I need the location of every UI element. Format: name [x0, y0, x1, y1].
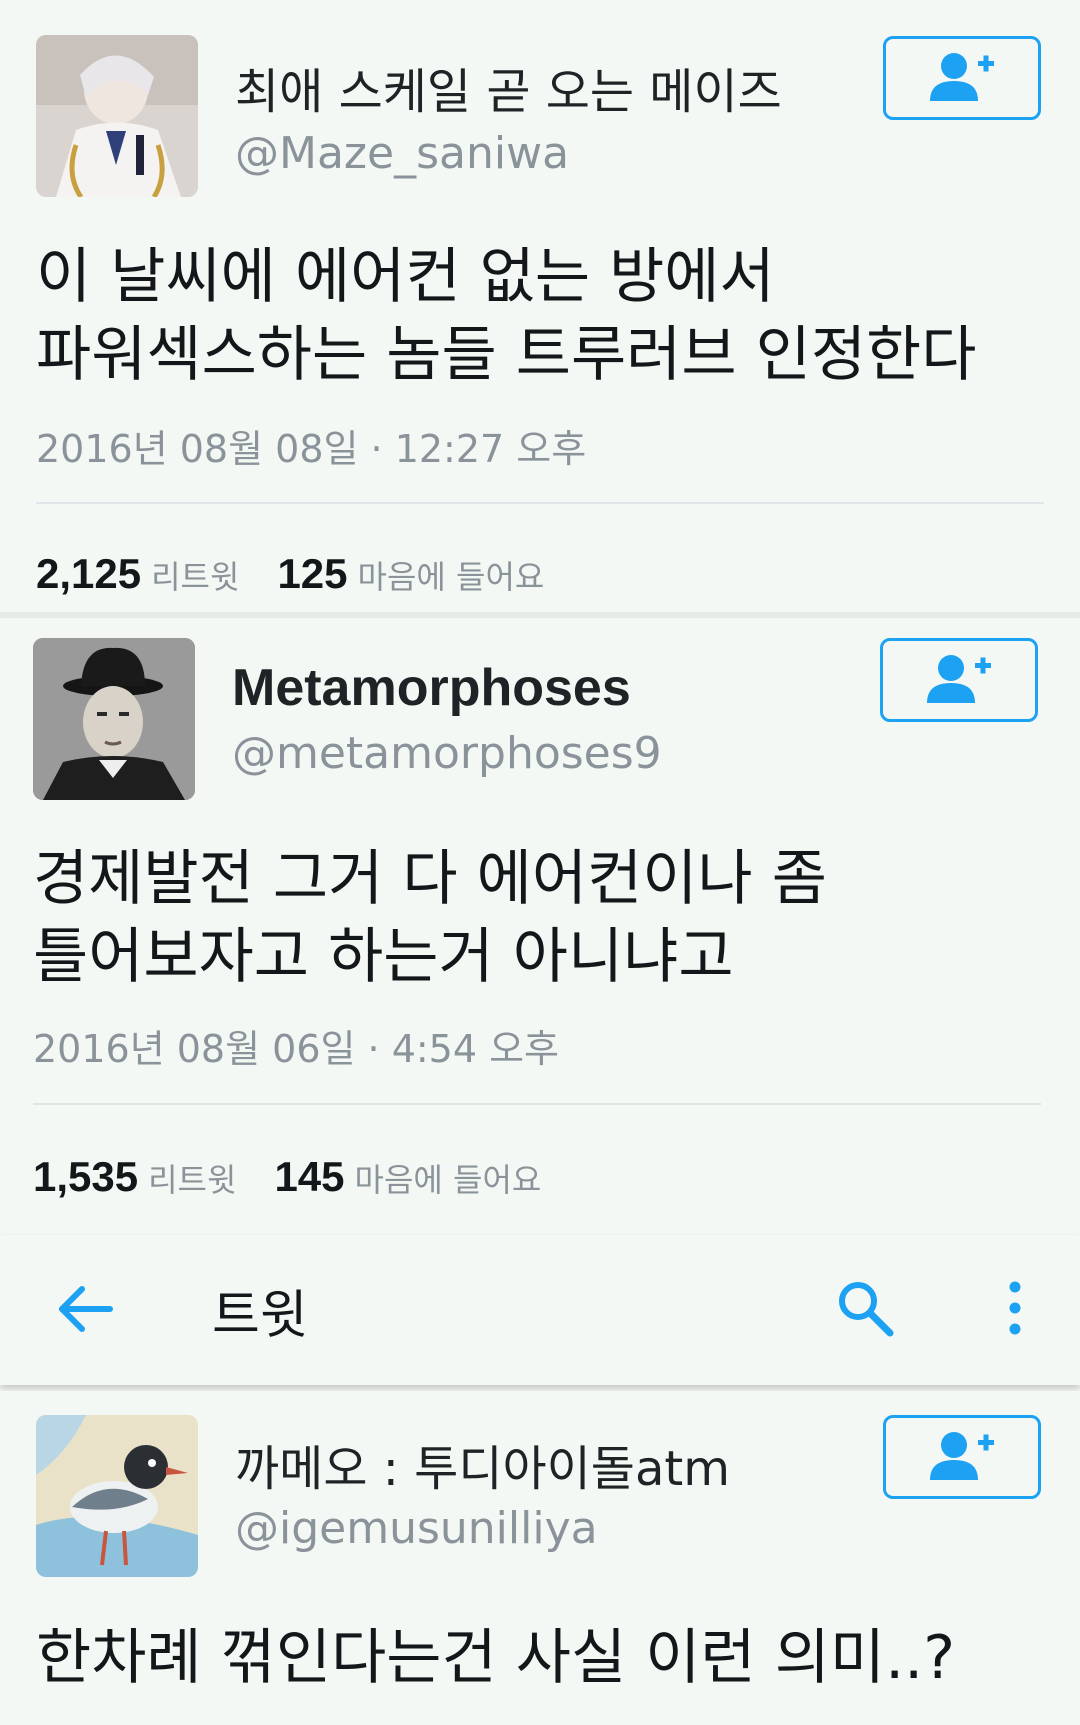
tweet-card: 까메오 : 투디아이돌atm @igemusunilliya 한차례 꺾인다는건…: [0, 1391, 1080, 1725]
tweet-text-line: 이 날씨에 에어컨 없는 방에서: [36, 242, 775, 312]
like-count[interactable]: 125: [277, 550, 347, 597]
tweet-text-line: 파워섹스하는 놈들 트루러브 인정한다: [36, 320, 977, 390]
search-button[interactable]: [834, 1277, 904, 1347]
follow-button[interactable]: [880, 638, 1038, 722]
tweet-text-line: 경제발전 그거 다 에어컨이나 좀: [33, 844, 827, 914]
tweet-stats: 1,535 리트윗 145 마음에 들어요: [33, 1153, 579, 1201]
user-handle[interactable]: @igemusunilliya: [235, 1503, 598, 1554]
retweet-count[interactable]: 1,535: [33, 1153, 138, 1200]
add-user-icon: [923, 653, 995, 708]
user-handle[interactable]: @Maze_saniwa: [235, 128, 569, 179]
more-vertical-icon: [1009, 1281, 1021, 1335]
tweet-text-line: 틀어보자고 하는거 아니냐고: [33, 922, 734, 992]
display-name[interactable]: 최애 스케일 곧 오는 메이즈: [235, 52, 782, 122]
arrow-left-icon: [59, 1286, 113, 1332]
tweet-text: 경제발전 그거 다 에어컨이나 좀 틀어보자고 하는거 아니냐고: [33, 840, 827, 996]
avatar[interactable]: [36, 35, 198, 197]
more-options-button[interactable]: [995, 1277, 1035, 1347]
follow-button[interactable]: [883, 36, 1041, 120]
add-user-icon: [926, 1430, 998, 1485]
divider: [36, 502, 1044, 504]
tweet-card: 최애 스케일 곧 오는 메이즈 @Maze_saniwa 이 날씨에 에어컨 없…: [0, 0, 1080, 612]
search-icon: [839, 1282, 894, 1337]
retweet-label[interactable]: 리트윗: [151, 558, 239, 596]
user-handle[interactable]: @metamorphoses9: [232, 728, 662, 779]
toolbar-title: 트윗: [212, 1286, 308, 1346]
tweet-text-line: 한차례 꺾인다는건 사실 이런 의미..?: [36, 1623, 956, 1693]
tweet-toolbar: 트윗: [0, 1235, 1080, 1385]
add-user-icon: [926, 51, 998, 106]
tweet-card: Metamorphoses @metamorphoses9 경제발전 그거 다 …: [0, 618, 1080, 1235]
tweet-text: 한차례 꺾인다는건 사실 이런 의미..?: [36, 1619, 955, 1697]
follow-button[interactable]: [883, 1415, 1041, 1499]
like-count[interactable]: 145: [274, 1153, 344, 1200]
tweet-stats: 2,125 리트윗 125 마음에 들어요: [36, 550, 582, 598]
retweet-label[interactable]: 리트윗: [148, 1161, 236, 1199]
tweet-text: 이 날씨에 에어컨 없는 방에서 파워섹스하는 놈들 트루러브 인정한다: [36, 238, 976, 394]
tweet-timestamp: 2016년 08월 08일 · 12:27 오후: [36, 427, 587, 471]
avatar[interactable]: [33, 638, 195, 800]
divider: [33, 1103, 1041, 1105]
tweet-timestamp: 2016년 08월 06일 · 4:54 오후: [33, 1027, 560, 1071]
like-label[interactable]: 마음에 들어요: [355, 1161, 542, 1199]
avatar[interactable]: [36, 1415, 198, 1577]
back-button[interactable]: [54, 1277, 124, 1347]
like-label[interactable]: 마음에 들어요: [358, 558, 545, 596]
retweet-count[interactable]: 2,125: [36, 550, 141, 597]
display-name[interactable]: Metamorphoses: [232, 658, 631, 718]
display-name[interactable]: 까메오 : 투디아이돌atm: [235, 1429, 730, 1499]
